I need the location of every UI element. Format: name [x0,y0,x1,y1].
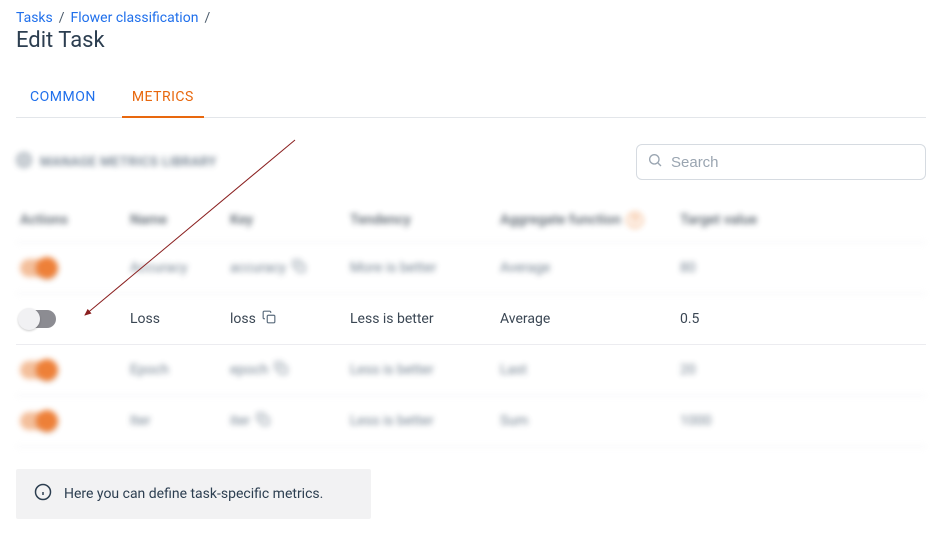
metric-target: 0.5 [680,311,922,327]
metric-tendency: Less is better [350,413,500,429]
gear-icon [16,152,32,172]
metric-target: 80 [680,260,922,276]
metric-name: Iter [130,413,230,429]
metric-target: 1000 [680,413,922,429]
enable-toggle[interactable] [20,259,56,277]
copy-icon[interactable] [292,259,306,277]
breadcrumb: Tasks / Flower classification / [16,10,926,26]
col-target: Target value [680,212,922,228]
metric-name: Loss [130,311,230,327]
toolbar: MANAGE METRICS LIBRARY [16,144,926,180]
search-input[interactable] [671,154,915,171]
metric-tendency: Less is better [350,311,500,327]
enable-toggle[interactable] [20,412,56,430]
manage-metrics-library-button[interactable]: MANAGE METRICS LIBRARY [16,152,217,172]
breadcrumb-tasks[interactable]: Tasks [16,10,53,26]
metric-aggfn: Average [500,311,680,327]
breadcrumb-sep: / [59,10,65,26]
metric-aggfn: Last [500,362,680,378]
breadcrumb-sep: / [204,10,210,26]
metric-tendency: More is better [350,260,500,276]
metrics-table: Actions Name Key Tendency Aggregate func… [16,200,926,447]
col-name: Name [130,212,230,228]
metric-key: accuracy [230,259,350,277]
metric-key: iter [230,412,350,430]
table-row: LosslossLess is betterAverage0.5 [16,294,926,345]
tabs: COMMON METRICS [16,79,926,118]
metric-aggfn: Average [500,260,680,276]
table-row: EpochepochLess is betterLast20 [16,345,926,396]
metric-aggfn: Sum [500,413,680,429]
col-aggfn-label: Aggregate function [500,212,621,228]
page-title: Edit Task [16,28,926,53]
search-box[interactable] [636,144,926,180]
col-tendency: Tendency [350,212,500,228]
info-bar-text: Here you can define task-specific metric… [64,486,323,502]
tab-metrics[interactable]: METRICS [128,79,198,117]
copy-icon[interactable] [262,310,276,328]
manage-metrics-library-label: MANAGE METRICS LIBRARY [40,155,217,170]
metric-target: 20 [680,362,922,378]
info-bar: Here you can define task-specific metric… [16,469,371,519]
table-header: Actions Name Key Tendency Aggregate func… [16,200,926,243]
col-actions: Actions [20,212,130,228]
col-key: Key [230,212,350,228]
metric-key: loss [230,310,350,328]
search-icon [647,152,663,172]
table-row: AccuracyaccuracyMore is betterAverage80 [16,243,926,294]
help-icon[interactable]: ? [627,212,643,228]
metric-key: epoch [230,361,350,379]
breadcrumb-project[interactable]: Flower classification [71,10,199,26]
enable-toggle[interactable] [20,310,56,328]
info-icon [34,483,52,505]
tab-common[interactable]: COMMON [26,79,100,117]
copy-icon[interactable] [274,361,288,379]
metric-name: Epoch [130,362,230,378]
col-aggfn: Aggregate function ? [500,212,680,228]
table-row: IteriterLess is betterSum1000 [16,396,926,447]
enable-toggle[interactable] [20,361,56,379]
metric-tendency: Less is better [350,362,500,378]
copy-icon[interactable] [256,412,270,430]
metric-name: Accuracy [130,260,230,276]
